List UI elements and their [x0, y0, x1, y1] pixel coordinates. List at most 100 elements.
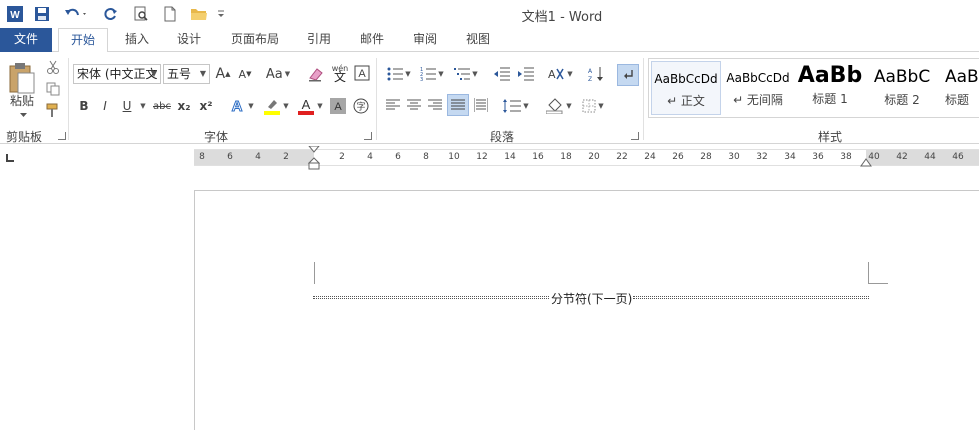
style-name: ↵ 正文: [667, 94, 705, 108]
tab-home[interactable]: 开始: [58, 28, 108, 53]
styles-gallery: AaBbCcDd ↵ 正文 AaBbCcDd ↵ 无间隔 AaBb 标题 1 A…: [648, 58, 979, 118]
tab-review[interactable]: 审阅: [404, 28, 446, 52]
line-spacing-button[interactable]: ▼: [500, 96, 532, 116]
style-preview: AaBb: [797, 63, 863, 88]
tab-file[interactable]: 文件: [0, 28, 52, 52]
bold-button[interactable]: B: [76, 96, 92, 116]
crop-mark-left: [314, 262, 315, 284]
ruler-row: 8 6 4 2 2 4 6 8 10 12 14 16 18 20 22 24 26 28 30 32 34 36 38 40…: [0, 145, 979, 170]
borders-icon: [582, 99, 596, 113]
justify-icon[interactable]: [447, 94, 469, 116]
svg-text:字: 字: [356, 101, 365, 113]
borders-button[interactable]: ▼: [578, 96, 608, 116]
paragraph-group-label: 段落: [490, 130, 515, 144]
paste-dropdown-icon[interactable]: [18, 110, 28, 120]
horizontal-ruler[interactable]: 8 6 4 2 2 4 6 8 10 12 14 16 18 20 22 24 26 28 30 32 34 36 38 40…: [194, 146, 979, 170]
numbering-icon: 123: [420, 67, 437, 81]
asian-layout-button[interactable]: A ▼: [544, 64, 576, 84]
multilevel-list-button[interactable]: ▼: [451, 64, 481, 84]
style-preview: AaBl: [945, 67, 979, 87]
ruler-tick-label: 4: [255, 152, 261, 162]
ribbon-tab-bar: 文件 开始 插入 设计 页面布局 引用 邮件 审阅 视图: [0, 28, 979, 53]
ruler-tick-label: 12: [476, 152, 488, 162]
change-case-label: Aa: [265, 66, 283, 82]
sort-icon[interactable]: AZ: [586, 64, 606, 84]
character-shading-icon[interactable]: A: [330, 98, 346, 114]
paste-button[interactable]: 粘贴: [4, 92, 40, 108]
strikethrough-button[interactable]: abc: [151, 96, 173, 116]
align-center-icon[interactable]: [405, 96, 423, 114]
style-heading-2[interactable]: AaBbC 标题 2: [867, 61, 937, 115]
font-name-value: 宋体 (中文正文: [77, 67, 158, 81]
change-case-button[interactable]: Aa ▼: [262, 64, 294, 84]
font-name-combo[interactable]: 宋体 (中文正文 ▼: [73, 64, 161, 84]
tab-layout[interactable]: 页面布局: [224, 28, 286, 52]
line-spacing-icon: [503, 99, 522, 113]
shrink-font-icon: A: [238, 67, 247, 81]
tab-references[interactable]: 引用: [298, 28, 340, 52]
ruler-tick-label: 32: [756, 152, 768, 162]
page[interactable]: [194, 190, 979, 430]
chevron-down-icon: ▼: [150, 69, 157, 78]
ruler-tick-label: 6: [395, 152, 401, 162]
style-normal[interactable]: AaBbCcDd ↵ 正文: [651, 61, 721, 115]
tab-design[interactable]: 设计: [168, 28, 210, 52]
grow-font-button[interactable]: A ▲: [214, 64, 232, 84]
enclose-characters-icon[interactable]: 字: [352, 97, 370, 115]
tab-view[interactable]: 视图: [457, 28, 499, 52]
window-title: 文档1 - Word: [521, 10, 603, 25]
ruler-tick-label: 6: [227, 152, 233, 162]
ruler-tick-label: 8: [199, 152, 205, 162]
text-effects-button[interactable]: A ▼: [226, 96, 256, 116]
section-break[interactable]: 分节符(下一页): [313, 290, 869, 307]
font-launcher-icon[interactable]: [364, 132, 372, 140]
indent-marker-icon[interactable]: [308, 146, 320, 170]
clipboard-launcher-icon[interactable]: [58, 132, 66, 140]
underline-dropdown-icon[interactable]: ▼: [137, 96, 147, 116]
character-border-icon[interactable]: A: [353, 64, 371, 82]
italic-button[interactable]: I: [97, 96, 113, 116]
decrease-indent-icon[interactable]: [492, 64, 512, 84]
font-color-button[interactable]: A ▼: [295, 96, 325, 116]
numbering-button[interactable]: 123 ▼: [417, 64, 447, 84]
paragraph-launcher-icon[interactable]: [631, 132, 639, 140]
tab-insert[interactable]: 插入: [116, 28, 158, 52]
ruler-tick-label: 4: [367, 152, 373, 162]
underline-button[interactable]: U: [119, 96, 135, 116]
style-title[interactable]: AaBl 标题: [939, 61, 979, 115]
separator: [68, 58, 69, 140]
superscript-button[interactable]: x²: [198, 96, 214, 116]
tab-mailings[interactable]: 邮件: [351, 28, 393, 52]
style-preview: AaBbCcDd: [726, 71, 790, 85]
svg-text:A: A: [358, 68, 366, 80]
cut-icon[interactable]: [44, 58, 62, 76]
highlight-button[interactable]: ▼: [260, 96, 292, 116]
subscript-button[interactable]: x₂: [176, 96, 192, 116]
crop-mark-right: [868, 262, 888, 284]
copy-icon[interactable]: [44, 80, 62, 98]
font-size-combo[interactable]: 五号 ▼: [163, 64, 210, 84]
align-right-icon[interactable]: [426, 96, 444, 114]
chevron-down-icon: ▼: [199, 69, 206, 78]
shrink-font-button[interactable]: A ▼: [236, 64, 254, 84]
clear-formatting-icon[interactable]: [306, 64, 326, 84]
shading-button[interactable]: ▼: [543, 96, 575, 116]
ruler-tick-label: 14: [504, 152, 516, 162]
section-break-label: 分节符(下一页): [549, 290, 635, 307]
style-no-spacing[interactable]: AaBbCcDd ↵ 无间隔: [723, 61, 793, 115]
phonetic-guide-button[interactable]: wén 文: [330, 62, 350, 84]
increase-indent-icon[interactable]: [516, 64, 536, 84]
section-break-line: [633, 296, 869, 299]
clipboard-group-label: 剪贴板: [6, 130, 43, 144]
separator: [643, 58, 644, 140]
bullets-button[interactable]: ▼: [384, 64, 414, 84]
ruler-tick-label: 20: [588, 152, 600, 162]
distributed-align-icon[interactable]: [472, 96, 490, 114]
show-hide-marks-icon[interactable]: [617, 64, 639, 86]
tab-stop-selector-icon[interactable]: [6, 154, 14, 162]
style-heading-1[interactable]: AaBb 标题 1: [795, 61, 865, 115]
format-painter-icon[interactable]: [44, 102, 62, 120]
align-left-icon[interactable]: [384, 96, 402, 114]
svg-text:A: A: [588, 68, 593, 75]
ruler-tick-label: 44: [924, 152, 936, 162]
